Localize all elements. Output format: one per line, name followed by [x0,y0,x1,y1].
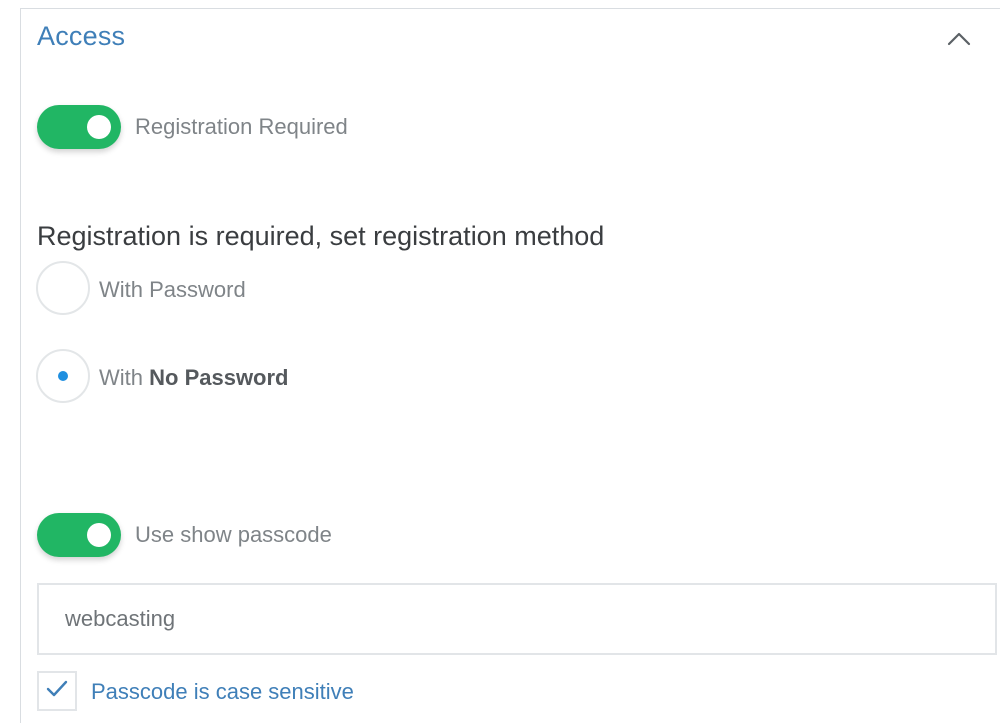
case-sensitive-checkbox[interactable] [37,671,77,711]
registration-required-label: Registration Required [135,114,348,139]
radio-selected-dot [58,371,68,381]
collapse-button[interactable] [939,23,979,59]
radio-with-password-text: With Password [99,277,246,302]
registration-required-toggle[interactable] [37,105,121,149]
registration-method-heading: Registration is required, set registrati… [37,221,605,251]
radio-with-password-label[interactable]: With Password [99,277,246,303]
radio-with-no-password-prefix: With [99,365,150,390]
chevron-up-icon [946,31,972,52]
radio-with-no-password-emphasis: No Password [149,365,289,390]
toggle-knob [87,523,111,547]
passcode-input[interactable] [37,583,997,655]
section-title: Access [37,21,126,51]
access-panel: Access Registration Required Registratio… [20,8,1000,723]
toggle-knob [87,115,111,139]
radio-with-no-password-label[interactable]: With No Password [99,365,289,391]
use-show-passcode-label: Use show passcode [135,522,332,547]
radio-with-password[interactable] [36,261,90,315]
radio-with-no-password[interactable] [36,349,90,403]
checkmark-icon [46,680,68,703]
case-sensitive-label[interactable]: Passcode is case sensitive [91,679,354,705]
use-show-passcode-toggle[interactable] [37,513,121,557]
